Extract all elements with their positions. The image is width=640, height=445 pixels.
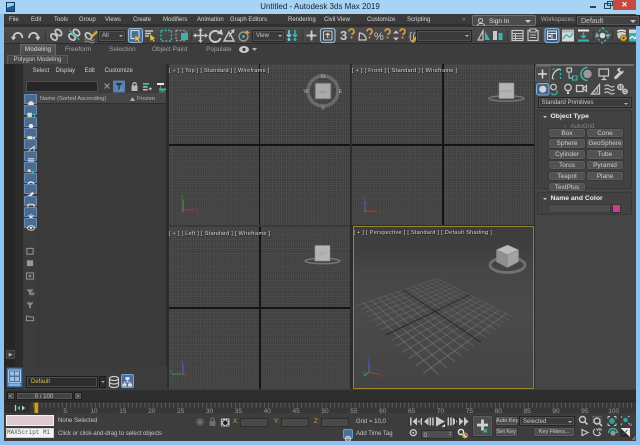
svg-text:E: E (339, 89, 343, 95)
svg-text:x: x (184, 373, 187, 379)
svg-text:y: y (363, 371, 366, 377)
svg-text:z: z (181, 359, 184, 365)
svg-text:3: 3 (340, 28, 347, 43)
svg-text:x: x (381, 373, 384, 379)
svg-text:S: S (321, 106, 325, 112)
svg-text:TOP: TOP (319, 90, 327, 95)
svg-text:LEFT: LEFT (318, 252, 327, 256)
svg-text:%: % (374, 31, 384, 43)
svg-text:x: x (378, 209, 381, 215)
svg-text:x: x (196, 209, 199, 215)
svg-text:y: y (181, 195, 184, 201)
svg-text:N: N (321, 74, 325, 80)
svg-text:FRONT: FRONT (500, 90, 513, 94)
svg-text:W: W (303, 89, 309, 95)
